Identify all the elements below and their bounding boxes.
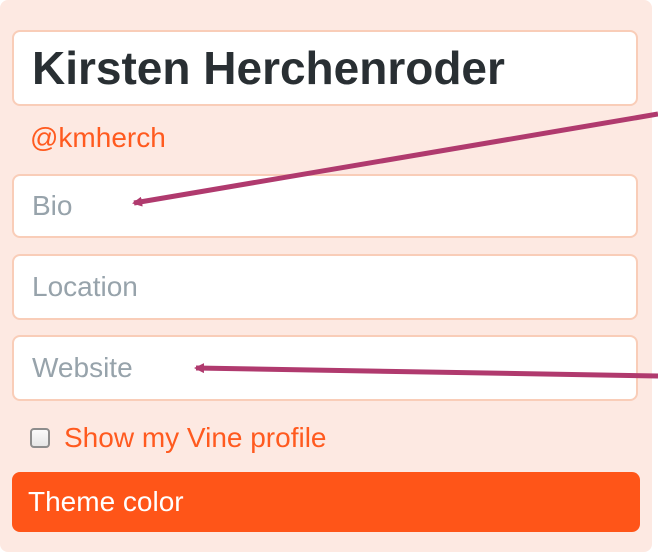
show-vine-label[interactable]: Show my Vine profile: [64, 422, 327, 454]
theme-color-button[interactable]: Theme color: [12, 472, 640, 532]
profile-edit-panel: @kmherch Show my Vine profile Theme colo…: [0, 0, 652, 552]
bio-field-container: [12, 174, 638, 238]
location-field-container: [12, 254, 638, 320]
name-input[interactable]: [14, 32, 636, 104]
theme-color-label: Theme color: [28, 486, 184, 517]
website-field-container: [12, 335, 638, 401]
name-field-container: [12, 30, 638, 106]
website-input[interactable]: [14, 337, 636, 399]
username-handle: @kmherch: [30, 122, 166, 153]
location-input[interactable]: [14, 256, 636, 318]
show-vine-checkbox[interactable]: [30, 428, 50, 448]
show-vine-row: Show my Vine profile: [30, 418, 327, 458]
bio-input[interactable]: [14, 176, 636, 236]
